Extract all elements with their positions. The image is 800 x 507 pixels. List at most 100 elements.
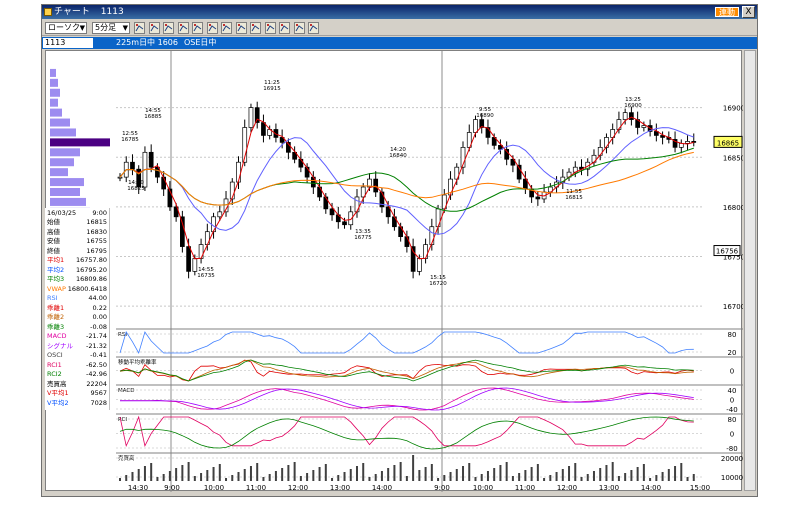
time-tick-label: 10:00 xyxy=(204,484,224,492)
volume-bar xyxy=(561,469,564,481)
rsi-line xyxy=(119,331,694,355)
volume-bar xyxy=(592,471,595,481)
candle xyxy=(236,161,241,183)
info-row-value: 7028 xyxy=(90,398,107,407)
candle xyxy=(161,176,167,190)
indicator-tick-label: -40 xyxy=(726,406,737,414)
indicator-tick-label: 0 xyxy=(730,431,734,439)
volume-bar xyxy=(680,463,683,481)
volume-bar xyxy=(380,471,383,481)
volume-bar xyxy=(293,462,296,481)
info-row-value: 16815 xyxy=(86,218,107,226)
price-chart[interactable]: 169001685016800167501670014:551688511:25… xyxy=(46,51,745,492)
settings-tool-button[interactable] xyxy=(293,22,305,34)
candle xyxy=(192,258,198,272)
exchange-label: OSE日中 xyxy=(184,38,217,47)
volume-bar xyxy=(274,471,277,481)
symbol-field[interactable]: 1113 xyxy=(43,38,93,48)
copy-tool-icon xyxy=(266,24,274,32)
zoom-tool-button[interactable] xyxy=(206,22,218,34)
info-row-value: -21.74 xyxy=(86,332,107,340)
fib-tool-button[interactable] xyxy=(192,22,203,34)
chart-area[interactable]: 16900 16850 16800 16750 16700 14:55 16885 11:25… xyxy=(45,50,745,492)
time-tick-label: 9:00 xyxy=(164,484,180,492)
volume-bar xyxy=(543,478,546,481)
time-tick-label: 15:00 xyxy=(690,484,710,492)
info-row: 平均3 16809.86 xyxy=(47,275,109,283)
info-row-label: 安値 xyxy=(47,237,60,245)
info-row: 安値 16755 xyxy=(47,237,109,245)
copy-tool-button[interactable] xyxy=(264,22,276,34)
interval-select[interactable]: 5分足 ▼ xyxy=(92,22,130,34)
volume-profile-bar xyxy=(50,197,86,206)
volume-bar xyxy=(430,464,433,481)
window-symbol: 1113 xyxy=(100,7,124,17)
candle xyxy=(298,158,304,168)
ma3-line xyxy=(119,147,694,212)
volume-bar xyxy=(505,462,508,481)
interval-value: 5分足 xyxy=(95,23,117,32)
volume-bar xyxy=(524,470,527,481)
info-row-value: -0.41 xyxy=(90,351,107,359)
volume-bar xyxy=(555,472,558,481)
draw-tool-button[interactable] xyxy=(250,22,261,34)
info-row-label: V平均2 xyxy=(47,398,69,407)
chart-type-select[interactable]: ローソク ▼ xyxy=(45,22,87,34)
info-time: 9:00 xyxy=(92,209,107,217)
vwap-line xyxy=(119,151,694,206)
zoom-tool-icon xyxy=(208,24,216,32)
volume-profile-bar xyxy=(50,128,76,137)
line-tool-button[interactable] xyxy=(134,22,145,34)
info-row: RCI2 -42.96 xyxy=(47,370,109,378)
pane-label: 移動平均乖離率 xyxy=(118,358,157,366)
volume-bar xyxy=(137,469,140,481)
trend-tool-icon xyxy=(150,24,158,32)
paste-tool-button[interactable] xyxy=(279,22,290,34)
volume-bar xyxy=(649,478,652,481)
candle xyxy=(354,196,360,213)
print-tool-icon xyxy=(237,24,245,32)
info-row-label: OSCI xyxy=(47,351,63,359)
vertical-scrollbar[interactable] xyxy=(744,50,756,491)
info-row: RSI 44.00 xyxy=(47,294,109,302)
volume-bar xyxy=(218,464,221,481)
info-row: OSCI -0.41 xyxy=(47,351,109,359)
hline-tool-button[interactable] xyxy=(163,22,174,34)
info-row: V平均2 7028 xyxy=(47,399,109,407)
volume-bar xyxy=(468,463,471,481)
volume-profile-bar xyxy=(50,158,74,167)
pane-label: RCI xyxy=(118,417,127,423)
info-row-label: 売買高 xyxy=(47,379,67,388)
info-row-value: 16757.80 xyxy=(75,256,107,264)
close-button[interactable]: X xyxy=(742,6,755,18)
volume-bar xyxy=(318,467,321,481)
trend-tool-button[interactable] xyxy=(148,22,160,34)
link-badge[interactable]: 連動 xyxy=(715,7,739,17)
candle xyxy=(248,107,254,128)
bar-tool-button[interactable] xyxy=(221,22,232,34)
print-tool-button[interactable] xyxy=(235,22,247,34)
volume-bar xyxy=(162,474,165,481)
chevron-down-icon: ▼ xyxy=(122,24,128,32)
volume-bar xyxy=(518,473,521,481)
info-row-value: 16800.6418 xyxy=(67,284,107,293)
peak-annotation-price: 16825 xyxy=(127,186,145,192)
candle xyxy=(180,216,185,247)
volume-bar xyxy=(287,465,290,481)
info-row-value: 0.22 xyxy=(92,303,107,312)
candle xyxy=(473,119,478,133)
volume-bar xyxy=(661,472,664,481)
volume-bar xyxy=(611,462,614,481)
volume-profile-bar xyxy=(50,148,80,157)
volume-bar xyxy=(349,469,352,481)
candle xyxy=(117,176,123,179)
chart-type-value: ローソク xyxy=(48,23,80,32)
vline-tool-button[interactable] xyxy=(177,22,189,34)
time-tick-label: 14:00 xyxy=(372,484,392,492)
volume-bar xyxy=(536,464,539,481)
info-row-label: 乖離3 xyxy=(47,322,65,331)
volume-bar xyxy=(355,466,358,481)
delete-tool-button[interactable] xyxy=(308,22,319,34)
volume-bar xyxy=(374,474,377,481)
volume-profile-bar xyxy=(50,68,56,77)
